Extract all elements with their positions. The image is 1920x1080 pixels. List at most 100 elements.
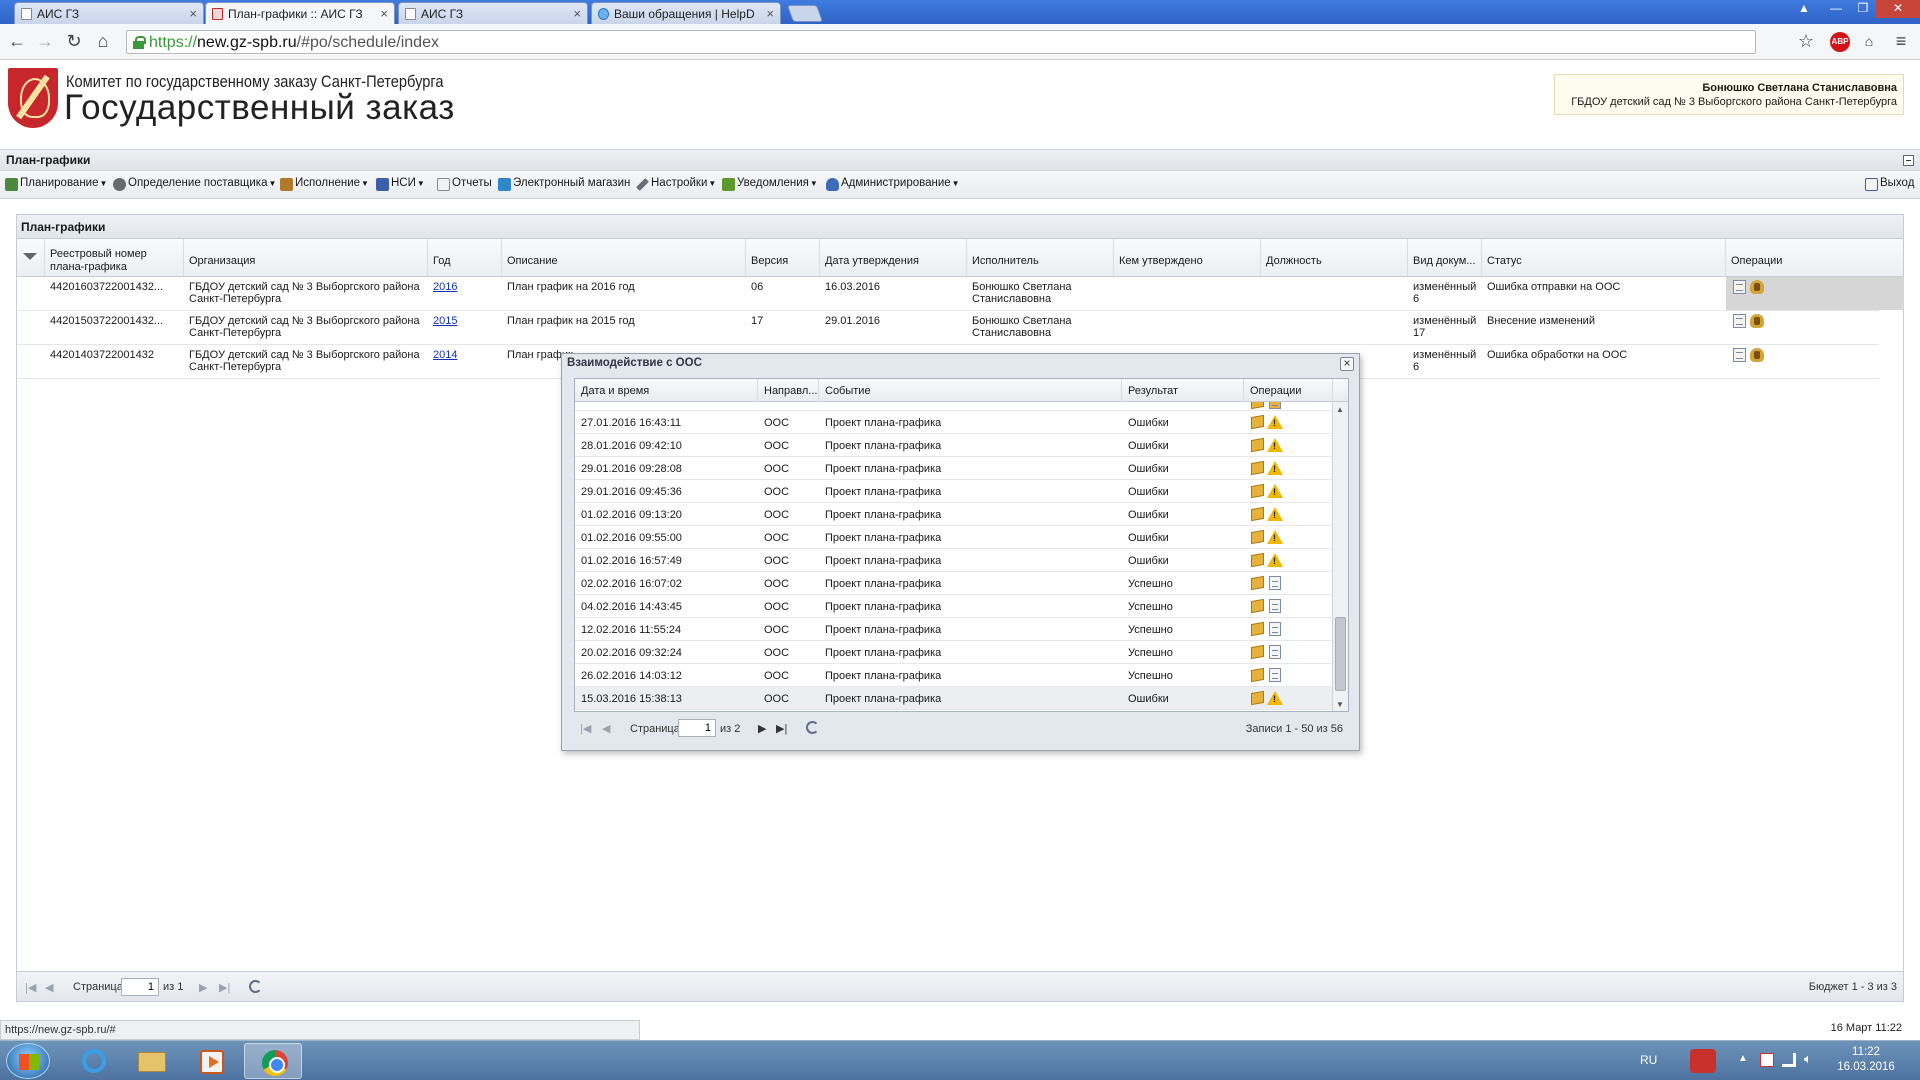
extension-icon[interactable]: ⌂ (1858, 32, 1880, 50)
table-row[interactable]: 15.03.2016 15:38:13 ООС Проект плана-гра… (575, 687, 1333, 710)
menu-reports[interactable]: Отчеты (437, 177, 492, 193)
bookmark-star-icon[interactable]: ☆ (1795, 32, 1817, 50)
eagle-emblem-icon[interactable] (1750, 280, 1764, 294)
package-icon[interactable] (1251, 690, 1264, 706)
browser-tab-4[interactable]: Ваши обращения | HelpD × (591, 2, 781, 24)
year-link[interactable]: 2015 (433, 315, 457, 327)
browser-tab-3[interactable]: АИС ГЗ × (398, 2, 588, 24)
col-organization[interactable]: Организация (184, 239, 428, 277)
warning-icon[interactable] (1267, 691, 1283, 705)
table-row[interactable]: 01.02.2016 09:13:20 ООС Проект плана-гра… (575, 503, 1333, 526)
package-icon[interactable] (1251, 552, 1264, 568)
last-page-icon[interactable]: ▶| (219, 981, 230, 994)
adblock-icon[interactable]: ABP (1830, 32, 1850, 52)
package-icon[interactable] (1251, 437, 1264, 453)
chrome-menu-icon[interactable]: ≡ (1890, 32, 1912, 50)
close-icon[interactable]: × (573, 6, 581, 21)
col-status[interactable]: Статус (1482, 239, 1726, 277)
menu-settings[interactable]: Настройки▼ (636, 177, 716, 193)
last-page-icon[interactable]: ▶| (776, 722, 787, 735)
user-menu-icon[interactable]: ▲ (1790, 0, 1818, 18)
prev-page-icon[interactable]: ◀ (602, 722, 610, 735)
network-icon[interactable] (1782, 1053, 1796, 1067)
forward-icon[interactable]: → (34, 32, 56, 50)
package-icon[interactable] (1251, 598, 1264, 614)
col-description[interactable]: Описание (502, 239, 746, 277)
first-page-icon[interactable]: |◀ (25, 981, 36, 994)
table-row[interactable]: 12.02.2016 11:55:24 ООС Проект плана-гра… (575, 618, 1333, 641)
close-icon[interactable]: × (380, 6, 388, 21)
edit-document-icon[interactable] (1733, 314, 1746, 328)
volume-icon[interactable]: 🔈︎ (1804, 1051, 1818, 1066)
col-operations[interactable]: Операции (1244, 379, 1333, 402)
package-icon[interactable] (1251, 460, 1264, 476)
table-row[interactable]: 29.01.2016 09:45:36 ООС Проект плана-гра… (575, 480, 1333, 503)
scroll-up-icon[interactable]: ▲ (1336, 405, 1344, 414)
col-datetime[interactable]: Дата и время (575, 379, 758, 402)
table-row[interactable]: 20.02.2016 09:32:24 ООС Проект плана-гра… (575, 641, 1333, 664)
col-reg-number[interactable]: Реестровый номер плана-графика (45, 239, 184, 277)
package-icon[interactable] (1251, 667, 1264, 683)
document-icon[interactable] (1269, 576, 1281, 590)
warning-icon[interactable] (1267, 438, 1283, 452)
close-icon[interactable]: × (766, 6, 774, 21)
document-icon[interactable] (1269, 599, 1281, 613)
package-icon[interactable] (1251, 414, 1264, 430)
warning-icon[interactable] (1267, 461, 1283, 475)
page-number-input[interactable] (121, 978, 159, 996)
package-icon[interactable] (1251, 483, 1264, 499)
warning-icon[interactable] (1267, 415, 1283, 429)
col-event[interactable]: Событие (819, 379, 1122, 402)
menu-execution[interactable]: Исполнение▼ (280, 177, 369, 193)
scroll-down-icon[interactable]: ▼ (1336, 700, 1344, 709)
new-tab-button[interactable] (786, 5, 824, 22)
reload-icon[interactable]: ↻ (63, 32, 85, 50)
document-icon[interactable] (1269, 668, 1281, 682)
col-approved-by[interactable]: Кем утверждено (1114, 239, 1261, 277)
taskbar-chrome[interactable] (244, 1043, 302, 1079)
collapse-panel-button[interactable] (1903, 155, 1914, 166)
browser-tab-2[interactable]: План-графики :: АИС ГЗ × (205, 2, 395, 25)
document-icon[interactable] (1269, 622, 1281, 636)
page-number-input[interactable] (678, 719, 716, 737)
filter-column[interactable] (17, 239, 45, 277)
language-indicator[interactable]: RU (1640, 1053, 1657, 1067)
year-link[interactable]: 2016 (433, 281, 457, 293)
col-year[interactable]: Год (428, 239, 502, 277)
package-icon[interactable] (1251, 506, 1264, 522)
table-row[interactable]: 01.02.2016 16:57:49 ООС Проект плана-гра… (575, 549, 1333, 572)
browser-tab-1[interactable]: АИС ГЗ × (14, 2, 204, 24)
menu-supplier[interactable]: Определение поставщика▼ (113, 177, 276, 193)
col-approval-date[interactable]: Дата утверждения (820, 239, 967, 277)
warning-icon[interactable] (1267, 553, 1283, 567)
refresh-icon[interactable] (249, 980, 262, 993)
table-row[interactable]: 28.01.2016 09:42:10 ООС Проект плана-гра… (575, 434, 1333, 457)
next-page-icon[interactable]: ▶ (758, 722, 766, 735)
refresh-icon[interactable] (806, 721, 819, 734)
edit-document-icon[interactable] (1733, 280, 1746, 294)
table-row[interactable]: 04.02.2016 14:43:45 ООС Проект плана-гра… (575, 595, 1333, 618)
document-icon[interactable] (1269, 645, 1281, 659)
prev-page-icon[interactable]: ◀ (45, 981, 53, 994)
notification-app-icon[interactable] (1690, 1049, 1716, 1073)
logout-button[interactable]: Выход (1865, 177, 1914, 193)
minimize-icon[interactable]: — (1822, 0, 1850, 18)
home-icon[interactable]: ⌂ (92, 32, 114, 50)
show-hidden-icons-icon[interactable]: ▲ (1738, 1053, 1752, 1067)
table-row[interactable]: 26.02.2016 14:03:12 ООС Проект плана-гра… (575, 664, 1333, 687)
back-icon[interactable]: ← (6, 32, 28, 50)
menu-reference[interactable]: НСИ▼ (376, 177, 425, 193)
vertical-scrollbar[interactable]: ▲ ▼ (1332, 402, 1348, 711)
address-bar[interactable]: https://new.gz-spb.ru/#po/schedule/index (126, 30, 1756, 54)
col-result[interactable]: Результат (1122, 379, 1244, 402)
warning-icon[interactable] (1267, 484, 1283, 498)
table-row[interactable]: 02.02.2016 16:07:02 ООС Проект плана-гра… (575, 572, 1333, 595)
close-icon[interactable]: × (1340, 357, 1354, 371)
col-position[interactable]: Должность (1261, 239, 1408, 277)
restore-icon[interactable]: ❐ (1849, 0, 1877, 18)
table-row[interactable]: 01.02.2016 09:55:00 ООС Проект плана-гра… (575, 526, 1333, 549)
package-icon[interactable] (1251, 575, 1264, 591)
window-close-icon[interactable]: ✕ (1876, 0, 1920, 18)
system-clock[interactable]: 11:22 16.03.2016 (1830, 1045, 1902, 1075)
warning-icon[interactable] (1267, 507, 1283, 521)
